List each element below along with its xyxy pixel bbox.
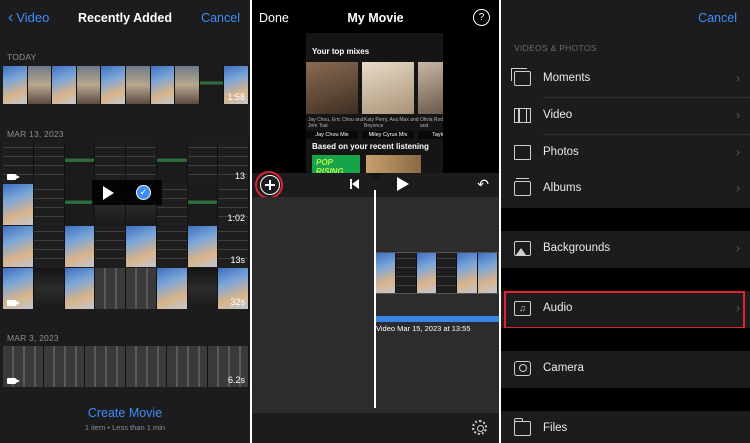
mix-card: Jay Chou Mix bbox=[306, 62, 358, 139]
photos-icon bbox=[514, 145, 531, 160]
menu-item-label: Camera bbox=[543, 362, 584, 374]
menu-item-files[interactable]: Files bbox=[501, 411, 750, 443]
video-strip[interactable]: 13s bbox=[3, 226, 249, 267]
video-duration: 1:02 bbox=[227, 213, 245, 223]
chevron-right-icon: › bbox=[736, 145, 740, 159]
video-camera-icon bbox=[7, 378, 20, 384]
play-icon[interactable] bbox=[103, 185, 114, 200]
menu-item-label: Backgrounds bbox=[543, 242, 611, 254]
menu-item-label: Photos bbox=[543, 146, 579, 158]
backgrounds-icon bbox=[514, 241, 531, 256]
section-divider bbox=[501, 388, 750, 411]
mix-label: Miley Cyrus Mix bbox=[362, 131, 414, 139]
clip-action-overlay: ✓ bbox=[92, 180, 162, 205]
camera-icon bbox=[514, 361, 531, 376]
selected-video-strip[interactable]: 13 bbox=[3, 142, 249, 183]
menu-item-label: Albums bbox=[543, 182, 582, 194]
mix-subtitle: Jay Chou, Eric Chou and JoIn Tsai bbox=[308, 117, 364, 129]
menu-item-label: Video bbox=[543, 109, 573, 121]
albums-icon bbox=[514, 178, 531, 196]
playhead[interactable] bbox=[374, 190, 376, 408]
timeline[interactable] bbox=[252, 197, 499, 413]
checkmark-icon[interactable]: ✓ bbox=[136, 185, 151, 200]
chevron-right-icon: › bbox=[736, 71, 740, 85]
playlist-thumbnail bbox=[366, 155, 421, 173]
mix-subtitle: Katy Perry, Ava Max and Beyonce bbox=[364, 117, 419, 129]
menu-item-photos[interactable]: Photos › bbox=[501, 135, 750, 172]
video-camera-icon bbox=[7, 174, 20, 180]
section-label: VIDEOS & PHOTOS bbox=[514, 43, 597, 53]
preview-heading: Based on your recent listening bbox=[312, 142, 429, 151]
help-button[interactable]: ? bbox=[473, 9, 490, 26]
nav-bar: ‹ Video Recently Added Cancel bbox=[0, 0, 250, 36]
playlist-thumbnail: POP RISING bbox=[312, 155, 360, 173]
video-duration: 6.2s bbox=[227, 375, 245, 385]
video-camera-icon bbox=[7, 300, 20, 306]
chevron-right-icon: › bbox=[736, 241, 740, 255]
media-picker-panel: Cancel VIDEOS & PHOTOS Moments › Video ›… bbox=[501, 0, 750, 443]
mix-subtitle: Olivia Rodrigo, Direction and bbox=[420, 117, 443, 129]
video-strip[interactable]: 32s bbox=[3, 268, 249, 309]
chevron-right-icon: › bbox=[736, 181, 740, 195]
video-strip[interactable]: 6.2s bbox=[3, 346, 249, 387]
video-duration: 13 bbox=[234, 171, 245, 181]
menu-item-label: Files bbox=[543, 422, 568, 434]
mix-label: Taylor Sw bbox=[418, 131, 443, 139]
page-title: My Movie bbox=[347, 11, 404, 25]
audio-track-bar[interactable] bbox=[375, 316, 499, 322]
mix-card: Miley Cyrus Mix bbox=[362, 62, 414, 139]
playlist-thumbnail-text: POP RISING bbox=[316, 158, 344, 173]
create-movie-button[interactable]: Create Movie bbox=[0, 406, 250, 420]
menu-item-video[interactable]: Video › bbox=[501, 98, 750, 135]
undo-icon[interactable]: ↶ bbox=[477, 176, 489, 193]
cancel-button[interactable]: Cancel bbox=[698, 11, 737, 25]
add-media-button[interactable] bbox=[260, 175, 280, 195]
menu-item-camera[interactable]: Camera bbox=[501, 351, 750, 388]
video-strip[interactable]: 1:58 bbox=[3, 66, 249, 104]
clip-label: Video Mar 15, 2023 at 13:55 bbox=[376, 324, 471, 333]
menu-item-label: Audio bbox=[543, 302, 573, 314]
menu-item-albums[interactable]: Albums › bbox=[501, 171, 750, 208]
menu-item-audio[interactable]: ♫ Audio › bbox=[501, 291, 750, 328]
section-label-mar3: MAR 3, 2023 bbox=[7, 333, 59, 343]
cancel-button[interactable]: Cancel bbox=[201, 11, 240, 25]
menu-item-label: Moments bbox=[543, 72, 591, 84]
video-duration: 1:58 bbox=[227, 92, 245, 102]
video-duration: 32s bbox=[230, 297, 245, 307]
section-divider bbox=[501, 268, 750, 291]
section-divider bbox=[501, 208, 750, 231]
video-icon bbox=[514, 108, 531, 123]
playhead-pointer bbox=[368, 173, 382, 181]
moments-icon bbox=[511, 68, 531, 86]
mix-card: Taylor Sw bbox=[418, 62, 443, 139]
timeline-clip[interactable] bbox=[375, 252, 499, 294]
video-preview: Your top mixes Jay Chou Mix Jay Chou, Er… bbox=[306, 33, 443, 173]
chevron-right-icon: › bbox=[736, 301, 740, 315]
bottom-toolbar bbox=[252, 413, 499, 443]
files-icon bbox=[513, 418, 531, 436]
gear-icon[interactable] bbox=[472, 420, 487, 435]
recently-added-panel: ‹ Video Recently Added Cancel TODAY 1:58… bbox=[0, 0, 250, 443]
skip-to-start-icon[interactable] bbox=[350, 179, 360, 189]
preview-heading: Your top mixes bbox=[312, 47, 370, 56]
menu-item-moments[interactable]: Moments › bbox=[501, 61, 750, 98]
menu-item-backgrounds[interactable]: Backgrounds › bbox=[501, 231, 750, 268]
audio-icon: ♫ bbox=[514, 301, 531, 316]
movie-editor-panel: Done My Movie ? Your top mixes Jay Chou … bbox=[252, 0, 499, 443]
selection-summary: 1 item • Less than 1 min bbox=[84, 423, 166, 432]
section-label-today: TODAY bbox=[7, 52, 37, 62]
play-icon[interactable] bbox=[397, 177, 409, 191]
video-duration: 13s bbox=[230, 255, 245, 265]
mix-label: Jay Chou Mix bbox=[306, 131, 358, 139]
section-divider bbox=[501, 328, 750, 351]
section-label-mar13: MAR 13, 2023 bbox=[7, 129, 64, 139]
chevron-right-icon: › bbox=[736, 108, 740, 122]
